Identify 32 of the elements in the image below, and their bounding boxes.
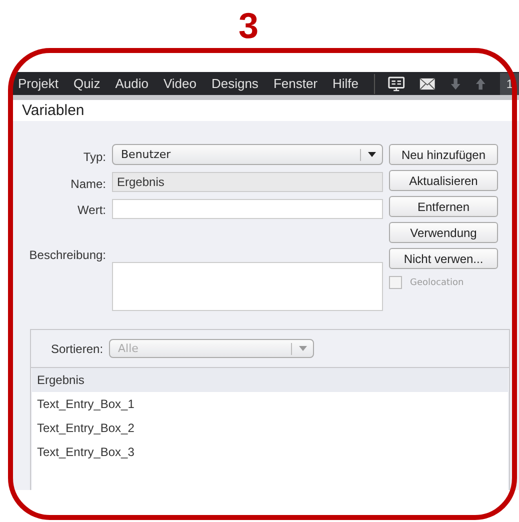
arrow-down-icon[interactable] — [450, 76, 462, 91]
variable-item[interactable]: Ergebnis — [32, 368, 508, 392]
slide-icon[interactable] — [388, 76, 406, 92]
variable-item[interactable]: Text_Entry_Box_2 — [32, 416, 508, 440]
field-label: Wert: — [78, 203, 106, 217]
variable-item[interactable]: Text_Entry_Box_3 — [32, 440, 508, 464]
field-label: Beschreibung: — [29, 248, 106, 262]
caret-icon — [368, 152, 376, 157]
menu-item[interactable]: Projekt — [18, 76, 58, 92]
menu-item[interactable]: Audio — [115, 76, 148, 92]
step-number: 3 — [238, 8, 259, 44]
type-dropdown[interactable]: Benutzer — [112, 144, 383, 165]
menu-item[interactable]: Quiz — [73, 76, 100, 92]
field-label: Name: — [70, 177, 106, 191]
action-button[interactable]: Neu hinzufügen — [389, 144, 498, 165]
value-field[interactable] — [112, 199, 383, 219]
arrow-up-icon[interactable] — [475, 76, 486, 91]
sort-label: Sortieren: — [51, 342, 104, 356]
envelope-icon[interactable] — [419, 76, 436, 91]
action-button[interactable]: Entfernen — [389, 196, 498, 217]
description-field[interactable] — [112, 262, 383, 311]
menu-item[interactable]: Designs — [211, 76, 258, 92]
checkbox-label: Geolocation — [410, 278, 464, 288]
variable-item[interactable]: Text_Entry_Box_1 — [32, 392, 508, 416]
field-label: Typ: — [83, 150, 106, 164]
menu-item[interactable]: Video — [163, 76, 196, 92]
menu-item[interactable]: Hilfe — [332, 76, 359, 92]
action-button[interactable]: Nicht verwen... — [389, 248, 498, 269]
action-button[interactable]: Verwendung — [389, 222, 498, 243]
caret-icon — [299, 346, 308, 351]
menu-item[interactable]: Fenster — [273, 76, 318, 92]
action-button[interactable]: Aktualisieren — [389, 170, 498, 191]
